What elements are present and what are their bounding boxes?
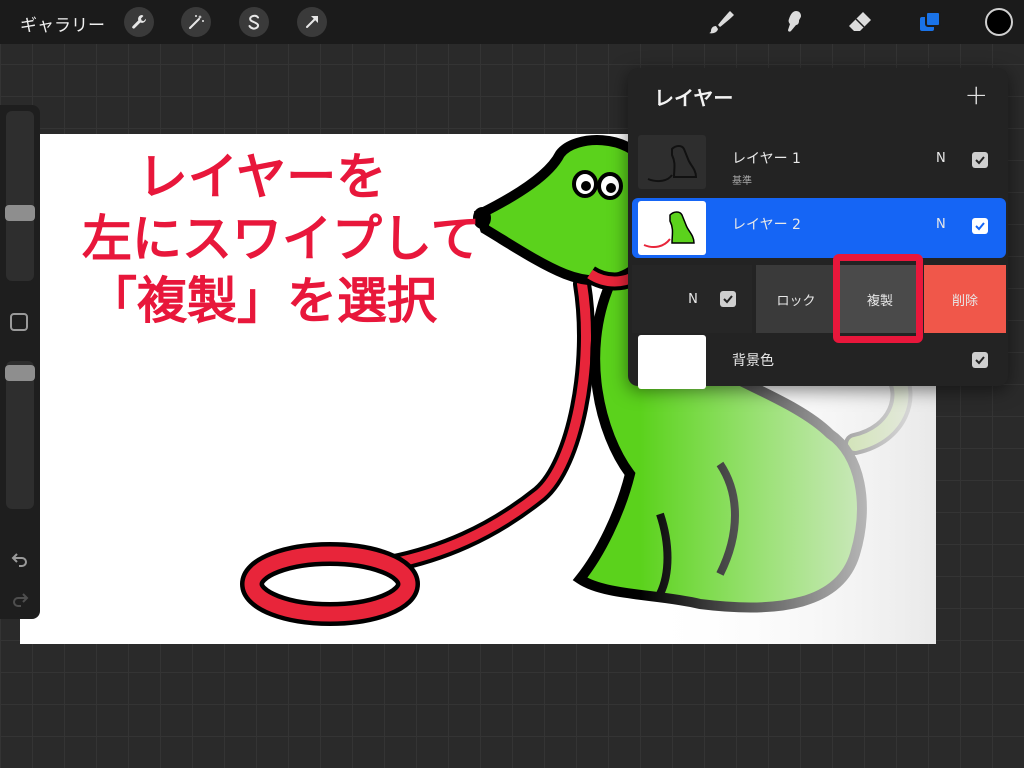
color-picker-button[interactable] bbox=[985, 8, 1013, 36]
visibility-checkbox[interactable] bbox=[972, 152, 988, 168]
redo-icon[interactable] bbox=[11, 591, 29, 607]
transform-arrow-icon[interactable] bbox=[297, 7, 327, 37]
eraser-icon[interactable] bbox=[846, 8, 874, 36]
add-layer-button[interactable]: + bbox=[965, 78, 988, 111]
layer-thumbnail bbox=[638, 135, 706, 189]
left-sidebar bbox=[0, 105, 40, 619]
swiped-layer-preview: N bbox=[632, 265, 752, 333]
brush-size-thumb[interactable] bbox=[5, 205, 35, 221]
wrench-icon[interactable] bbox=[124, 7, 154, 37]
layer-name: レイヤー 2 bbox=[732, 217, 801, 233]
swipe-actions-row: N ロック 複製 削除 bbox=[632, 265, 1006, 333]
panel-title: レイヤー bbox=[654, 86, 734, 110]
layers-panel: レイヤー + レイヤー 1 基準 N レイヤー 2 N N ロック 複製 削除 … bbox=[628, 68, 1008, 389]
instruction-line-1: レイヤーを bbox=[137, 148, 387, 206]
visibility-checkbox[interactable] bbox=[972, 218, 988, 234]
top-toolbar: ギャラリー bbox=[0, 0, 1024, 44]
layer-row-1[interactable]: レイヤー 1 基準 N bbox=[632, 132, 1006, 192]
smudge-icon[interactable] bbox=[780, 8, 808, 36]
lock-button[interactable]: ロック bbox=[756, 265, 836, 333]
brush-icon[interactable] bbox=[706, 8, 734, 36]
layer-subtitle: 基準 bbox=[732, 176, 752, 187]
visibility-checkbox[interactable] bbox=[972, 352, 988, 368]
blend-mode-label: N bbox=[688, 291, 698, 307]
undo-icon[interactable] bbox=[11, 551, 29, 567]
gallery-button[interactable]: ギャラリー bbox=[20, 11, 105, 36]
layers-icon[interactable] bbox=[916, 8, 944, 36]
duplicate-button[interactable]: 複製 bbox=[840, 265, 920, 333]
magic-wand-icon[interactable] bbox=[181, 7, 211, 37]
instruction-caption: レイヤーを 左にスワイプして 「複製」を選択 bbox=[82, 146, 481, 332]
opacity-thumb[interactable] bbox=[5, 365, 35, 381]
delete-button[interactable]: 削除 bbox=[924, 265, 1006, 333]
blend-mode-button[interactable]: N bbox=[936, 217, 946, 232]
selection-s-icon[interactable] bbox=[239, 7, 269, 37]
blend-mode-button[interactable]: N bbox=[936, 151, 946, 166]
instruction-line-3: 「複製」を選択 bbox=[87, 272, 437, 330]
layer-row-2[interactable]: レイヤー 2 N bbox=[632, 198, 1006, 258]
background-color-row[interactable]: 背景色 bbox=[632, 330, 1006, 390]
opacity-slider[interactable] bbox=[6, 361, 34, 509]
brush-size-slider[interactable] bbox=[6, 111, 34, 281]
modify-button[interactable] bbox=[10, 313, 28, 331]
background-label: 背景色 bbox=[732, 353, 774, 369]
layer-name: レイヤー 1 bbox=[732, 151, 801, 167]
visibility-checkbox[interactable] bbox=[719, 291, 736, 307]
instruction-line-2: 左にスワイプして bbox=[82, 210, 481, 268]
layer-thumbnail bbox=[638, 201, 706, 255]
background-color-swatch[interactable] bbox=[638, 335, 706, 389]
